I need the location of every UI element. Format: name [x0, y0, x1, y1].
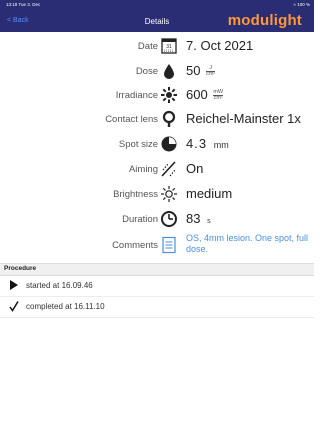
detail-label: Irradiance	[115, 90, 158, 101]
detail-label: Duration	[122, 214, 158, 225]
detail-label: Aiming	[128, 164, 158, 175]
procedure-item-text: completed at 16.11.10	[26, 302, 105, 311]
detail-label: Brightness	[113, 189, 158, 200]
detail-row-dose: Dose 50 J cm²	[0, 61, 314, 83]
navigation-bar: < Back Details modulight	[0, 12, 314, 32]
drop-icon	[164, 64, 174, 79]
spot-size-value: 4.3	[186, 136, 208, 151]
aiming-icon	[161, 161, 176, 177]
section-title: Procedure	[4, 265, 37, 272]
brand-logo: modulight	[227, 12, 302, 29]
checkmark-icon	[9, 301, 19, 312]
detail-row-brightness: Brightness medium	[0, 184, 314, 206]
detail-row-comments: Comments OS, 4mm lesion. One spot, full …	[0, 233, 314, 261]
detail-row-duration: Duration 83 s	[0, 209, 314, 231]
spot-size-unit: mm	[213, 140, 229, 150]
detail-value: 83 s	[186, 211, 211, 226]
document-icon[interactable]	[160, 236, 178, 254]
detail-label: Dose	[135, 66, 158, 77]
detail-value: 7. Oct 2021	[186, 38, 254, 53]
detail-label: Date	[137, 41, 158, 52]
procedure-section-header: Procedure	[0, 263, 314, 276]
dose-unit: J cm²	[206, 65, 216, 78]
detail-value: medium	[186, 186, 233, 201]
status-bar: 13:18 Tue 3. Dec ≈ 100 %	[0, 0, 314, 12]
lens-icon	[162, 110, 176, 127]
svg-text:31: 31	[166, 44, 172, 50]
detail-row-irradiance: Irradiance 600 mW cm²	[0, 85, 314, 107]
detail-label: Comments	[112, 240, 158, 251]
detail-value: 4.3 mm	[186, 136, 229, 151]
battery-indicator: ≈ 100 %	[293, 2, 310, 7]
detail-label: Spot size	[118, 139, 158, 150]
detail-label: Contact lens	[105, 114, 158, 125]
unit-denominator: cm²	[213, 95, 223, 102]
procedure-item-text: started at 16.09.46	[26, 281, 93, 290]
play-icon	[10, 280, 18, 290]
procedure-item-started: started at 16.09.46	[0, 276, 314, 297]
duration-unit: s	[207, 218, 211, 225]
unit-denominator: cm²	[206, 71, 216, 78]
dose-value: 50	[186, 63, 201, 78]
detail-row-date: Date 31 7. Oct 2021	[0, 36, 314, 58]
irradiance-value: 600	[186, 87, 208, 102]
comment-text[interactable]: OS, 4mm lesion. One spot, full dose.	[186, 233, 312, 255]
irradiance-icon	[161, 87, 177, 103]
detail-value: 50 J cm²	[186, 63, 216, 78]
detail-value: Reichel-Mainster 1x	[186, 111, 301, 126]
spot-size-icon	[161, 136, 177, 152]
calendar-icon: 31	[161, 38, 177, 54]
clock-icon	[161, 211, 177, 227]
procedure-item-completed: completed at 16.11.10	[0, 297, 314, 318]
detail-value: On	[186, 161, 204, 176]
irradiance-unit: mW cm²	[213, 89, 224, 102]
status-time: 13:18 Tue 3. Dec	[6, 2, 41, 7]
duration-value: 83	[186, 211, 201, 226]
detail-row-aiming: Aiming On	[0, 159, 314, 181]
detail-row-spot-size: Spot size 4.3 mm	[0, 134, 314, 156]
detail-value: 600 mW cm²	[186, 87, 224, 102]
brightness-icon	[161, 186, 177, 202]
detail-row-contact-lens: Contact lens Reichel-Mainster 1x	[0, 109, 314, 131]
